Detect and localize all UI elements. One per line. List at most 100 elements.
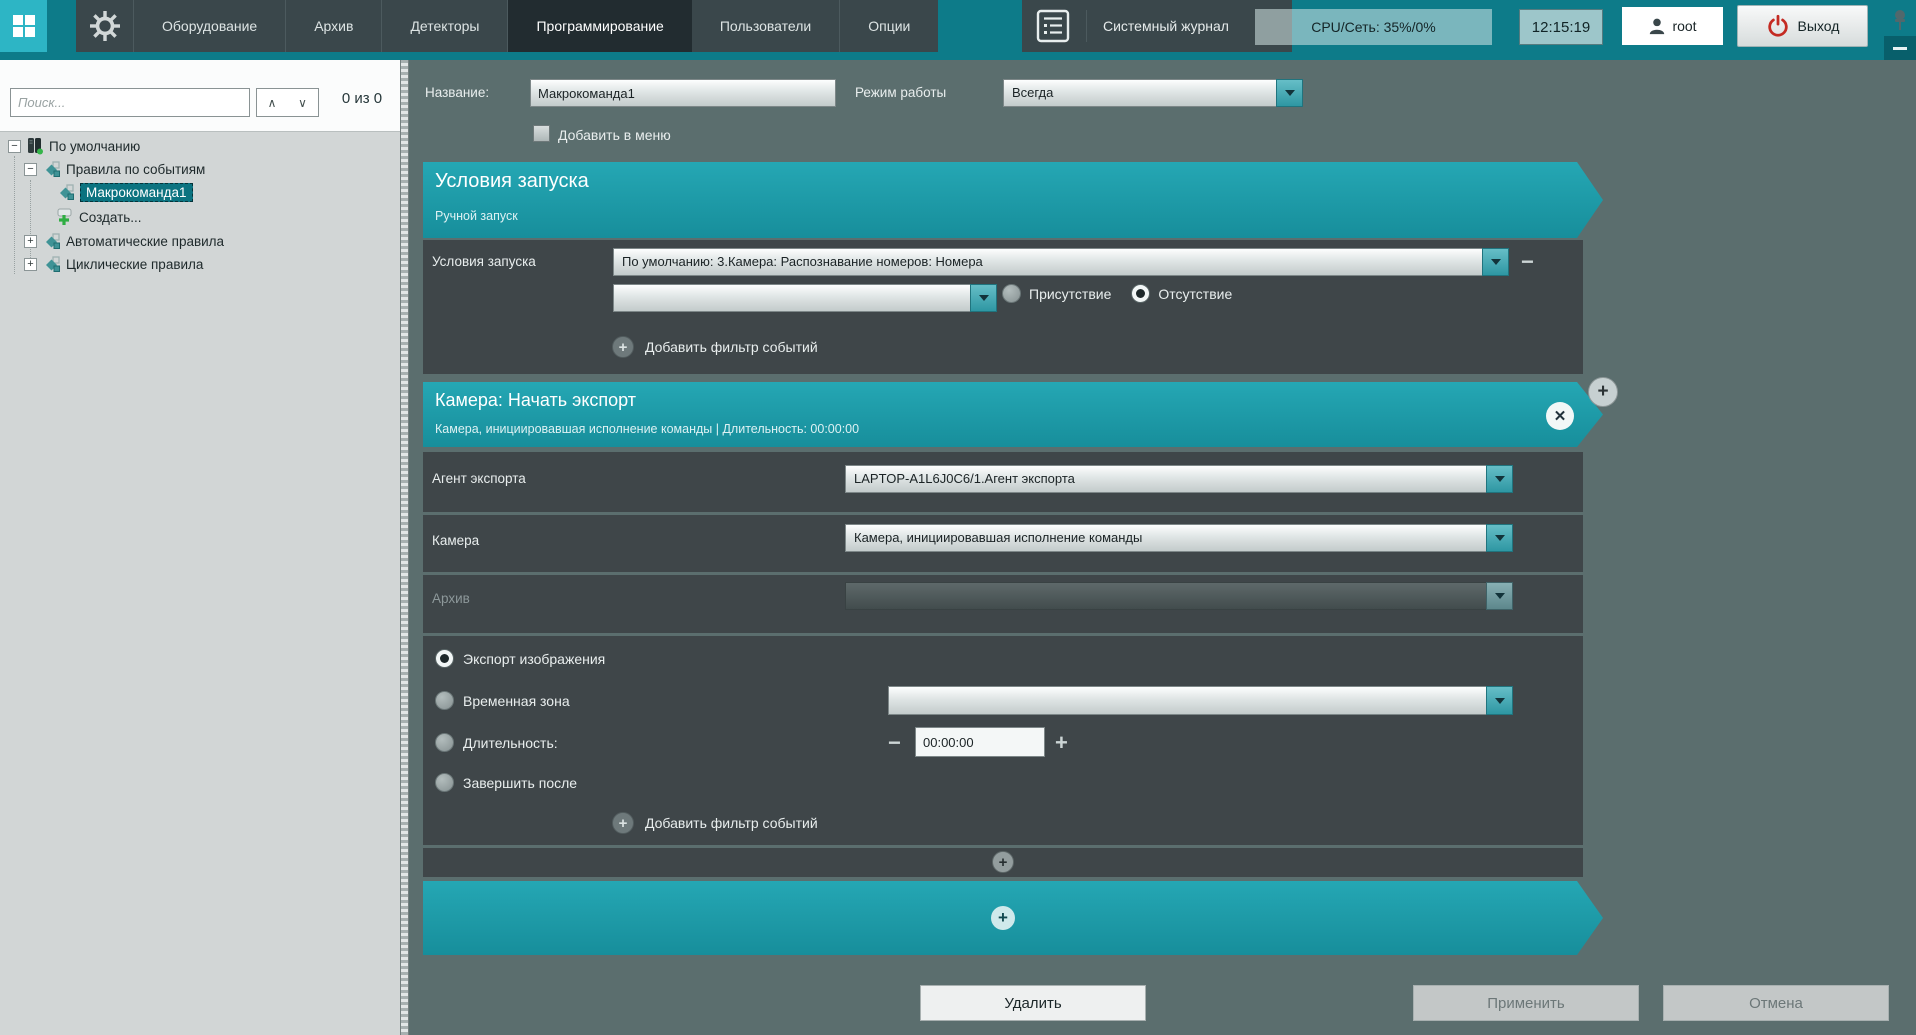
cpu-network-indicator: CPU/Сеть: 35%/0% xyxy=(1255,9,1492,45)
chevron-down-icon[interactable] xyxy=(970,284,997,312)
tab-equipment[interactable]: Оборудование xyxy=(134,0,286,52)
clock: 12:15:19 xyxy=(1519,9,1603,45)
time-zone-option[interactable]: Временная зона xyxy=(435,691,570,710)
tree-item-label: Автоматические правила xyxy=(66,234,224,249)
archive-dropdown-value xyxy=(845,582,1486,610)
delete-button[interactable]: Удалить xyxy=(920,985,1146,1021)
trigger-section-subtitle: Ручной запуск xyxy=(435,209,518,223)
chevron-down-icon[interactable] xyxy=(1486,686,1513,715)
finish-after-radio[interactable] xyxy=(435,773,454,792)
plus-icon: + xyxy=(998,908,1008,928)
tree-item-default-server[interactable]: − По умолчанию xyxy=(8,135,140,157)
add-section-button[interactable]: + xyxy=(1588,377,1618,407)
mode-dropdown-value: Всегда xyxy=(1003,79,1276,107)
minus-icon: − xyxy=(888,730,901,755)
tab-users[interactable]: Пользователи xyxy=(692,0,840,52)
action-section-header: Камера: Начать экспорт Камера, иницииров… xyxy=(423,382,1603,447)
expand-icon[interactable]: + xyxy=(24,235,37,248)
app-window: Оборудование Архив Детекторы Программиро… xyxy=(0,0,1916,1035)
add-row-button[interactable]: + xyxy=(992,851,1014,873)
mode-dropdown[interactable]: Всегда xyxy=(1003,79,1303,107)
apply-button[interactable]: Применить xyxy=(1413,985,1639,1021)
expand-icon[interactable]: + xyxy=(24,258,37,271)
archive-row: Архив xyxy=(423,575,1583,633)
export-image-radio[interactable] xyxy=(435,649,454,668)
add-event-filter-button-action[interactable]: + Добавить фильтр событий xyxy=(612,812,818,834)
journal-icon xyxy=(1036,9,1070,43)
settings-button[interactable] xyxy=(76,0,134,52)
cancel-button[interactable]: Отмена xyxy=(1663,985,1889,1021)
presence-radio[interactable] xyxy=(1002,284,1021,303)
tree-item-event-rules[interactable]: − Правила по событиям xyxy=(24,158,205,180)
current-user-button[interactable]: root xyxy=(1622,7,1723,45)
tab-programming[interactable]: Программирование xyxy=(508,0,691,52)
user-icon xyxy=(1648,17,1666,35)
add-to-menu-checkbox[interactable] xyxy=(533,125,550,142)
name-label: Название: xyxy=(425,85,489,100)
action-section-title: Камера: Начать экспорт xyxy=(435,390,636,411)
export-agent-dropdown[interactable]: LAPTOP-A1L6J0C6/1.Агент экспорта xyxy=(845,465,1513,493)
add-event-filter-button[interactable]: + Добавить фильтр событий xyxy=(612,336,818,358)
chevron-down-icon[interactable] xyxy=(1482,248,1509,276)
system-journal-button[interactable]: Системный журнал xyxy=(1022,0,1292,52)
export-agent-label: Агент экспорта xyxy=(432,471,526,486)
app-menu-button[interactable] xyxy=(0,0,47,52)
search-input[interactable] xyxy=(10,88,250,117)
camera-dropdown-value: Камера, инициировавшая исполнение команд… xyxy=(845,524,1486,552)
username: root xyxy=(1672,18,1696,34)
tree-item-create[interactable]: Создать... xyxy=(56,206,142,228)
logout-button[interactable]: Выход xyxy=(1737,5,1868,47)
add-row-strip: + xyxy=(423,848,1583,877)
absence-radio[interactable] xyxy=(1131,284,1150,303)
power-icon xyxy=(1766,14,1790,38)
rule-icon xyxy=(42,161,61,178)
duration-input[interactable] xyxy=(915,727,1045,757)
remove-condition-button[interactable]: − xyxy=(1521,252,1534,272)
time-zone-radio[interactable] xyxy=(435,691,454,710)
presence-radio-group: Присутствие Отсутствие xyxy=(1002,284,1232,303)
trigger-panel: Условия запуска По умолчанию: 3.Камера: … xyxy=(423,240,1583,374)
search-prev-button[interactable]: ∧ xyxy=(256,88,288,117)
condition-dropdown[interactable]: По умолчанию: 3.Камера: Распознавание но… xyxy=(613,248,1509,276)
duration-option[interactable]: Длительность: xyxy=(435,733,558,752)
tab-detectors[interactable]: Детекторы xyxy=(382,0,508,52)
export-image-option[interactable]: Экспорт изображения xyxy=(435,649,605,668)
second-condition-dropdown-value xyxy=(613,284,970,312)
export-options-panel: Экспорт изображения Временная зона Длите… xyxy=(423,636,1583,845)
rule-icon xyxy=(42,256,61,273)
chevron-down-icon[interactable] xyxy=(1486,524,1513,552)
chevron-down-icon[interactable] xyxy=(1486,465,1513,493)
collapse-panel-button[interactable] xyxy=(1884,36,1916,60)
search-next-button[interactable]: ∨ xyxy=(287,88,319,117)
duration-decrement-button[interactable]: − xyxy=(888,733,901,753)
pin-panel-button[interactable] xyxy=(1886,6,1914,34)
plus-icon: + xyxy=(1597,381,1608,403)
duration-increment-button[interactable]: + xyxy=(1055,733,1068,753)
collapse-icon[interactable]: − xyxy=(8,140,21,153)
tree-item-cyclic-rules[interactable]: + Циклические правила xyxy=(24,253,203,275)
tab-archive[interactable]: Архив xyxy=(286,0,382,52)
tab-options[interactable]: Опции xyxy=(840,0,938,52)
chevron-down-icon xyxy=(1486,582,1513,610)
second-condition-dropdown[interactable] xyxy=(613,284,997,312)
sidebar-splitter[interactable] xyxy=(400,60,409,1035)
macro-name-input[interactable] xyxy=(530,79,836,107)
tree-item-automatic-rules[interactable]: + Автоматические правила xyxy=(24,230,224,252)
main-tab-strip: Оборудование Архив Детекторы Программиро… xyxy=(76,0,938,52)
close-action-button[interactable]: ✕ xyxy=(1546,402,1574,430)
duration-radio[interactable] xyxy=(435,733,454,752)
plus-icon: + xyxy=(1055,730,1068,755)
sidebar-search-band: ∧ ∨ 0 из 0 xyxy=(0,60,400,132)
collapse-icon[interactable]: − xyxy=(24,163,37,176)
trigger-section-title: Условия запуска xyxy=(435,170,589,193)
add-action-button[interactable]: + xyxy=(991,906,1015,930)
finish-after-option[interactable]: Завершить после xyxy=(435,773,577,792)
export-agent-dropdown-value: LAPTOP-A1L6J0C6/1.Агент экспорта xyxy=(845,465,1486,493)
tree-item-macro1[interactable]: Макрокоманда1 xyxy=(56,181,193,203)
time-zone-dropdown[interactable] xyxy=(888,686,1513,715)
chevron-down-icon[interactable] xyxy=(1276,79,1303,107)
archive-dropdown xyxy=(845,582,1513,610)
tree-item-label: Создать... xyxy=(79,210,142,225)
tree-guide-line xyxy=(14,156,15,274)
camera-dropdown[interactable]: Камера, инициировавшая исполнение команд… xyxy=(845,524,1513,552)
